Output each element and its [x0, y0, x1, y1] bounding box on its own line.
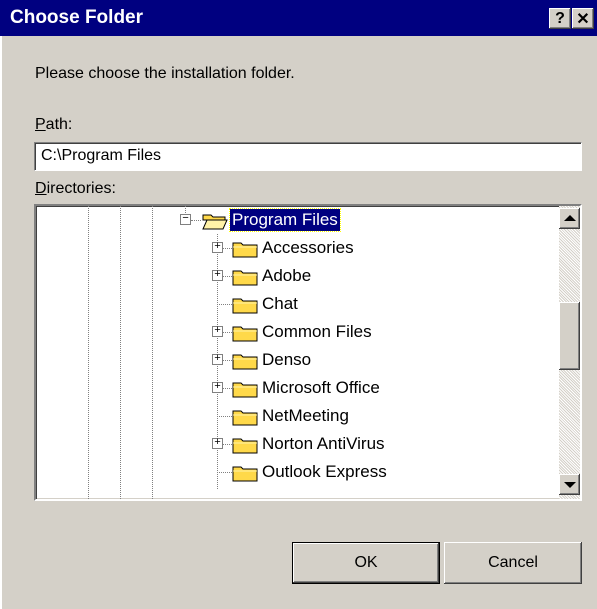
- path-input[interactable]: C:\Program Files: [34, 142, 582, 171]
- scrollbar-thumb[interactable]: [559, 302, 580, 370]
- tree-item-accessories[interactable]: + Accessories: [36, 235, 546, 263]
- folder-icon: [232, 410, 258, 426]
- window-title: Choose Folder: [10, 7, 144, 28]
- path-label-text: ath:: [45, 116, 73, 133]
- tree-connector: [223, 332, 232, 333]
- tree-item-microsoft-office[interactable]: + Microsoft Office: [36, 375, 546, 403]
- arrow-up-icon: [564, 215, 576, 221]
- tree-connector: [191, 220, 201, 221]
- close-icon: ✕: [576, 10, 590, 28]
- tree-item-label: NetMeeting: [262, 406, 349, 425]
- close-button[interactable]: ✕: [572, 8, 594, 29]
- tree-item-chat[interactable]: Chat: [36, 291, 546, 319]
- expand-icon[interactable]: +: [212, 326, 223, 337]
- instruction-text: Please choose the installation folder.: [35, 65, 295, 82]
- question-mark-icon: ?: [555, 9, 565, 27]
- expand-icon[interactable]: +: [212, 382, 223, 393]
- path-label-mnemonic: P: [35, 116, 46, 133]
- tree-item-adobe[interactable]: + Adobe: [36, 263, 546, 291]
- tree-connector: [217, 472, 232, 473]
- expand-icon[interactable]: +: [212, 354, 223, 365]
- tree-item-label: Program Files: [229, 208, 341, 232]
- tree-item-label: Denso: [262, 350, 312, 369]
- folder-icon: [232, 382, 258, 398]
- expand-icon[interactable]: +: [212, 242, 223, 253]
- tree-connector: [223, 248, 232, 249]
- tree-item-label: Adobe: [262, 266, 312, 285]
- title-bar[interactable]: Choose Folder ? ✕: [0, 0, 597, 36]
- expand-icon[interactable]: +: [212, 438, 223, 449]
- vertical-scrollbar[interactable]: [559, 206, 580, 499]
- tree-connector: [223, 276, 232, 277]
- folder-icon: [232, 326, 258, 342]
- directories-label: Directories:: [35, 180, 116, 198]
- tree-item-outlook-express[interactable]: Outlook Express: [36, 459, 546, 487]
- folder-icon: [232, 438, 258, 454]
- expand-icon[interactable]: +: [212, 270, 223, 281]
- tree-item-label: Chat: [262, 294, 298, 313]
- help-button[interactable]: ?: [549, 8, 571, 29]
- tree-item-label: Accessories: [262, 238, 354, 257]
- tree-item-norton-antivirus[interactable]: + Norton AntiVirus: [36, 431, 546, 459]
- tree-item-denso[interactable]: + Denso: [36, 347, 546, 375]
- tree-connector: [223, 360, 232, 361]
- tree-connector: [223, 444, 232, 445]
- folder-icon: [232, 466, 258, 482]
- path-label: Path:: [35, 116, 72, 134]
- directory-tree[interactable]: − Program Files + Accessories + Adobe Ch…: [34, 204, 582, 501]
- tree-item-netmeeting[interactable]: NetMeeting: [36, 403, 546, 431]
- tree-item-label: Outlook Express: [262, 462, 387, 481]
- ok-button[interactable]: OK: [292, 542, 440, 584]
- choose-folder-dialog: Choose Folder ? ✕ Please choose the inst…: [0, 0, 597, 609]
- cancel-button[interactable]: Cancel: [444, 542, 582, 584]
- tree-item-label: Microsoft Office: [262, 378, 380, 397]
- scroll-up-button[interactable]: [559, 208, 580, 229]
- folder-icon: [232, 270, 258, 286]
- tree-connector: [223, 388, 232, 389]
- tree-connector: [217, 416, 232, 417]
- tree-connector: [217, 304, 232, 305]
- tree-item-common-files[interactable]: + Common Files: [36, 319, 546, 347]
- arrow-down-icon: [564, 482, 576, 488]
- tree-item-program-files[interactable]: − Program Files: [36, 207, 546, 235]
- folder-icon: [232, 298, 258, 314]
- directories-label-mnemonic: D: [35, 180, 47, 197]
- directories-label-text: irectories:: [46, 180, 116, 197]
- collapse-icon[interactable]: −: [180, 214, 191, 225]
- folder-icon: [232, 242, 258, 258]
- tree-item-label: Common Files: [262, 322, 372, 341]
- folder-icon: [232, 354, 258, 370]
- open-folder-icon: [202, 214, 228, 230]
- window-edge: [0, 36, 2, 609]
- scroll-down-button[interactable]: [559, 474, 580, 495]
- tree-item-label: Norton AntiVirus: [262, 434, 385, 453]
